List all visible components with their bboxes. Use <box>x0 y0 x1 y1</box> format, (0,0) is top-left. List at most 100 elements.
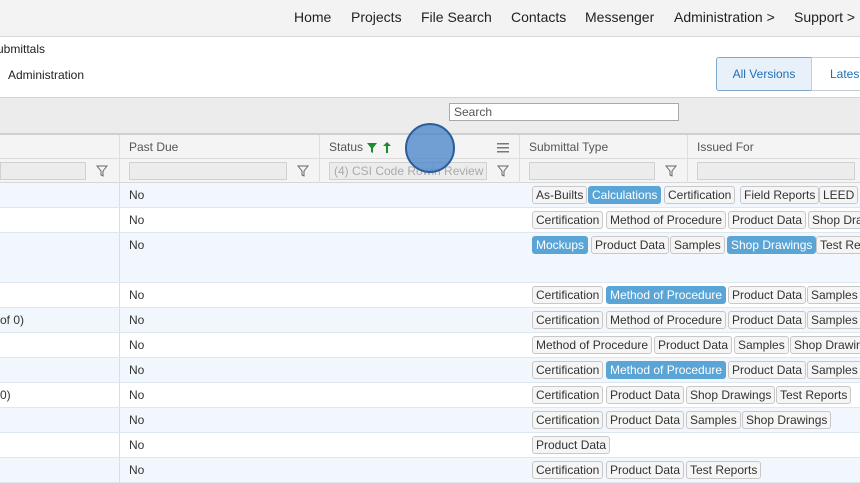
column-separator <box>119 408 120 432</box>
submittal-type-tag[interactable]: Test Reports <box>776 386 852 404</box>
column-separator <box>119 233 120 282</box>
submittal-type-tag[interactable]: Certification <box>532 211 604 229</box>
submittal-type-tag[interactable]: Samples <box>807 311 860 329</box>
table-row[interactable]: No Certification Method of Procedure Produc… <box>0 358 860 383</box>
filter-icon[interactable] <box>665 165 677 177</box>
submittal-type-tag[interactable]: Shop Drawings <box>727 236 817 254</box>
submittal-type-tag[interactable]: Product Data <box>728 361 807 379</box>
table-row[interactable]: No Certification Method of Procedure Produc… <box>0 283 860 308</box>
past-due-cell: No <box>129 413 145 427</box>
column-header-submittal-type[interactable]: Submittal Type <box>529 140 608 154</box>
submittal-type-tag[interactable]: Field Reports <box>740 186 820 204</box>
past-due-cell: No <box>129 213 145 227</box>
column-menu-icon[interactable] <box>497 143 509 153</box>
column-header-status[interactable]: Status <box>329 140 363 154</box>
past-due-cell: No <box>129 438 145 452</box>
submittal-type-tag[interactable]: Method of Procedure <box>532 336 653 354</box>
filter-input[interactable] <box>0 162 86 180</box>
submittal-type-tag[interactable]: Product Data <box>606 461 685 479</box>
column-separator <box>119 333 120 357</box>
nav-support[interactable]: Support > <box>794 9 855 25</box>
sort-ascending-icon[interactable] <box>382 141 392 154</box>
column-separator <box>119 283 120 307</box>
past-due-cell: No <box>129 363 145 377</box>
all-versions-button[interactable]: All Versions <box>716 57 812 91</box>
submittal-type-tag[interactable]: Method of Procedure <box>606 286 727 304</box>
submittal-type-tag[interactable]: As-Builts <box>532 186 588 204</box>
table-row[interactable]: No Certification Product Data Test Reports <box>0 458 860 483</box>
submittal-type-tag[interactable]: Shop Drawings <box>686 386 776 404</box>
submittal-type-tag[interactable]: Certification <box>532 286 604 304</box>
table-row[interactable]: No Mockups Product Data Samples Shop Drawing… <box>0 233 860 283</box>
submittal-type-tag[interactable]: Method of Procedure <box>606 361 727 379</box>
issued-for-filter-input[interactable] <box>697 162 855 180</box>
submittal-type-tag[interactable]: Shop Drawings <box>742 411 832 429</box>
submittal-type-tag[interactable]: Samples <box>807 286 860 304</box>
submittal-type-tag[interactable]: Certification <box>532 461 604 479</box>
table-row[interactable]: No Certification Method of Procedure Produc… <box>0 208 860 233</box>
submittal-type-tag[interactable]: Samples <box>807 361 860 379</box>
submittal-type-tag[interactable]: Certification <box>532 386 604 404</box>
past-due-cell: No <box>129 463 145 477</box>
submittal-type-tag[interactable]: Certification <box>532 311 604 329</box>
first-column-cell: of 0) <box>0 313 25 327</box>
column-header-past-due[interactable]: Past Due <box>129 140 178 154</box>
status-filter-input[interactable]: (4) CSI Code Rowin Review <box>329 162 487 180</box>
table-row[interactable]: No As-Builts Calculations Certification Fiel… <box>0 183 860 208</box>
nav-messenger[interactable]: Messenger <box>585 9 654 25</box>
column-separator <box>119 383 120 407</box>
table-row[interactable]: No Certification Product Data Samples Shop D… <box>0 408 860 433</box>
table-row[interactable]: No Product Data <box>0 433 860 458</box>
submittal-type-tag[interactable]: Product Data <box>591 236 670 254</box>
submittal-type-tag[interactable]: Product Data <box>654 336 733 354</box>
submittal-type-tag[interactable]: Calculations <box>588 186 662 204</box>
past-due-cell: No <box>129 313 145 327</box>
submittal-type-filter-input[interactable] <box>529 162 655 180</box>
column-separator <box>119 433 120 457</box>
submittal-type-tag[interactable]: Product Data <box>728 211 807 229</box>
nav-home[interactable]: Home <box>294 9 331 25</box>
submittal-type-tag[interactable]: Samples <box>670 236 725 254</box>
submittal-type-tag[interactable]: Product Data <box>728 311 807 329</box>
nav-administration[interactable]: Administration > <box>674 9 775 25</box>
nav-projects[interactable]: Projects <box>351 9 402 25</box>
nav-contacts[interactable]: Contacts <box>511 9 566 25</box>
submittal-type-tag[interactable]: Product Data <box>728 286 807 304</box>
column-separator <box>119 183 120 207</box>
top-nav: Home Projects File Search Contacts Messe… <box>0 0 860 37</box>
column-separator <box>119 159 120 183</box>
submittal-type-tag[interactable]: Samples <box>686 411 741 429</box>
page-subtitle: Administration <box>8 68 85 82</box>
submittal-type-tag[interactable]: Product Data <box>606 386 685 404</box>
submittal-type-tag[interactable]: Method of Procedure <box>606 211 727 229</box>
nav-file-search[interactable]: File Search <box>421 9 492 25</box>
submittal-type-tag[interactable]: Shop Dra <box>808 211 860 229</box>
submittal-type-tag[interactable]: Product Data <box>606 411 685 429</box>
breadcrumb[interactable]: ubmittals <box>0 42 45 56</box>
submittal-type-tag[interactable]: LEED <box>819 186 859 204</box>
table-row[interactable]: of 0) No Certification Method of Procedure P… <box>0 308 860 333</box>
submittal-type-tag[interactable]: Certification <box>664 186 736 204</box>
past-due-filter-input[interactable] <box>129 162 287 180</box>
submittal-type-tag[interactable]: Mockups <box>532 236 589 254</box>
filter-icon[interactable] <box>297 165 309 177</box>
column-header-issued-for[interactable]: Issued For <box>697 140 754 154</box>
search-input[interactable] <box>449 103 679 121</box>
latest-button[interactable]: Latest <box>811 57 860 91</box>
submittal-type-tag[interactable]: Test Re <box>816 236 860 254</box>
submittal-type-tag[interactable]: Test Reports <box>686 461 762 479</box>
submittal-type-tag[interactable]: Samples <box>734 336 789 354</box>
submittal-type-tag[interactable]: Certification <box>532 361 604 379</box>
past-due-cell: No <box>129 288 145 302</box>
first-column-cell: 0) <box>0 388 11 402</box>
click-indicator <box>405 123 455 173</box>
submittal-type-tag[interactable]: Certification <box>532 411 604 429</box>
filter-icon[interactable] <box>497 165 509 177</box>
submittal-type-tag[interactable]: Product Data <box>532 436 611 454</box>
filter-icon[interactable] <box>96 165 108 177</box>
submittal-type-tag[interactable]: Method of Procedure <box>606 311 727 329</box>
submittal-type-tag[interactable]: Shop Drawin <box>790 336 860 354</box>
table-row[interactable]: 0) No Certification Product Data Shop Drawin… <box>0 383 860 408</box>
table-row[interactable]: No Method of Procedure Product Data Samples… <box>0 333 860 358</box>
filter-active-icon[interactable] <box>366 142 378 154</box>
